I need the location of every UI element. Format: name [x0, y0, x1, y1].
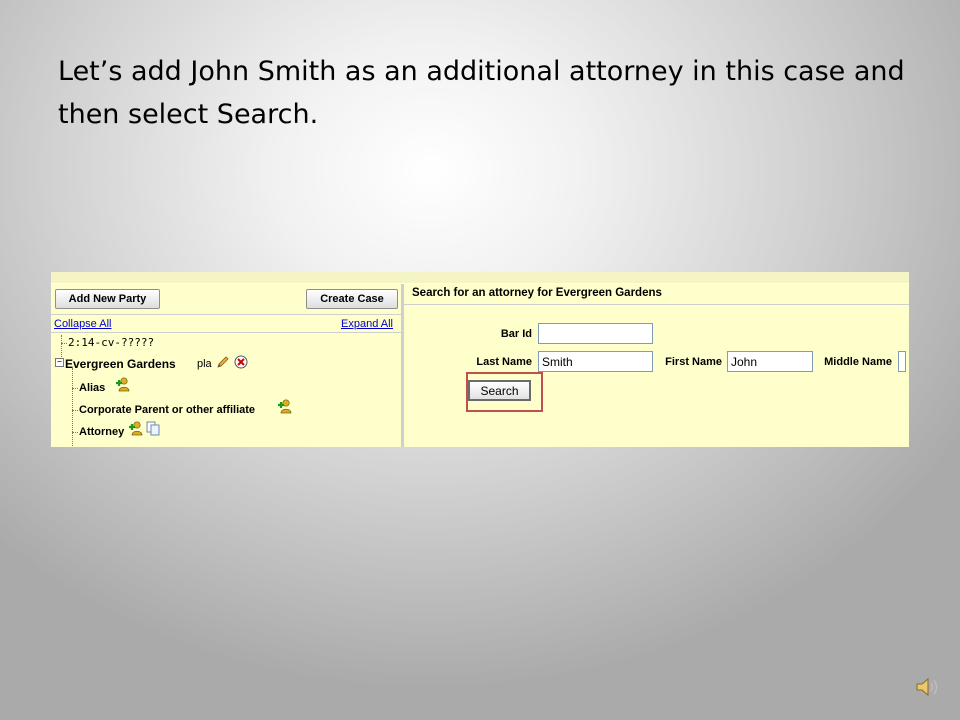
case-party-editor: Add New Party Create Case Collapse All E…	[51, 272, 909, 447]
bar-id-label: Bar Id	[500, 328, 532, 340]
party-role: pla	[197, 358, 212, 370]
slide-title: Let’s add John Smith as an additional at…	[58, 56, 905, 130]
party-tree-pane: Add New Party Create Case Collapse All E…	[51, 284, 404, 447]
divider	[51, 314, 401, 315]
middle-name-label: Middle Name	[824, 356, 892, 368]
last-name-label: Last Name	[476, 356, 532, 368]
add-person-icon[interactable]	[115, 376, 131, 397]
speaker-icon[interactable]	[914, 675, 942, 704]
tree-line	[61, 343, 67, 344]
copy-documents-icon[interactable]	[146, 421, 161, 441]
add-person-icon[interactable]	[277, 398, 293, 419]
tree-line	[72, 410, 78, 411]
expand-all-link[interactable]: Expand All	[341, 318, 393, 330]
tree-line	[72, 388, 78, 389]
tree-item-alias[interactable]: Alias	[79, 382, 105, 394]
collapse-node-icon[interactable]: −	[55, 358, 64, 367]
edit-pencil-icon[interactable]	[216, 355, 230, 374]
create-case-button[interactable]: Create Case	[306, 289, 398, 309]
bar-id-input[interactable]	[538, 323, 653, 344]
attorney-search-pane: Search for an attorney for Evergreen Gar…	[404, 284, 909, 447]
last-name-input[interactable]	[538, 351, 653, 372]
search-button[interactable]: Search	[468, 380, 531, 401]
tree-item-attorney[interactable]: Attorney	[79, 426, 124, 438]
add-new-party-button[interactable]: Add New Party	[55, 289, 160, 309]
divider	[51, 332, 401, 333]
tree-line	[72, 432, 78, 433]
delete-icon[interactable]	[234, 355, 248, 374]
divider	[404, 304, 909, 305]
add-person-icon[interactable]	[128, 420, 144, 441]
first-name-label: First Name	[665, 356, 722, 368]
middle-name-input[interactable]	[898, 351, 906, 372]
first-name-input[interactable]	[727, 351, 813, 372]
tree-line	[72, 368, 73, 446]
party-name[interactable]: Evergreen Gardens	[65, 357, 176, 371]
collapse-all-link[interactable]: Collapse All	[54, 318, 111, 330]
case-number: 2:14-cv-?????	[68, 336, 155, 349]
tree-item-corporate-parent[interactable]: Corporate Parent or other affiliate	[79, 404, 255, 416]
top-strip	[51, 272, 909, 284]
search-heading: Search for an attorney for Evergreen Gar…	[412, 287, 662, 299]
